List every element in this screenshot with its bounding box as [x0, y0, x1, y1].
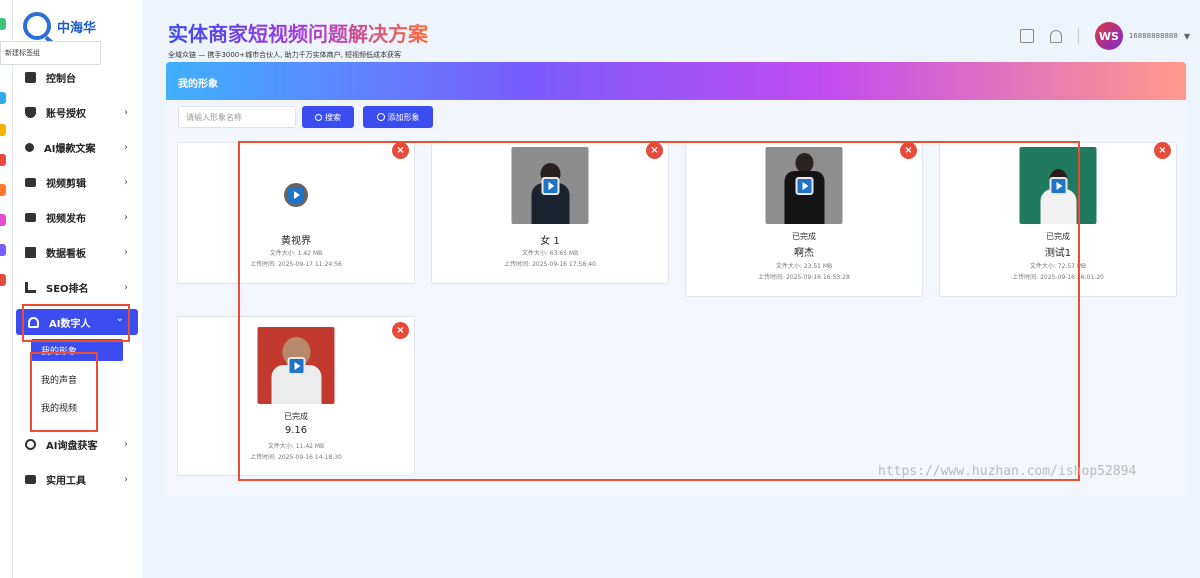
- shield-icon: [25, 107, 36, 118]
- toolbox-icon: [25, 475, 36, 484]
- annotation-box: [30, 352, 98, 432]
- chevron-right-icon: ›: [124, 142, 128, 153]
- page-title: 实体商家短视频问题解决方案: [168, 18, 428, 47]
- header: 实体商家短视频问题解决方案 全域众链 — 携手3000+城市合伙人, 助力千万实…: [142, 0, 1200, 62]
- sidebar-item-label: 数据看板: [46, 249, 86, 260]
- annotation-box: [22, 304, 130, 342]
- annotation-box: [238, 141, 1080, 481]
- watermark: https://www.huzhan.com/ishop52894: [878, 464, 1137, 479]
- sidebar-item-account[interactable]: 账号授权 ›: [13, 95, 142, 130]
- avatar: WS: [1094, 22, 1123, 50]
- sidebar-item-dashboard[interactable]: 控制台: [13, 60, 142, 95]
- logo-text: 中海华: [57, 20, 97, 36]
- search-button[interactable]: 搜索: [302, 106, 354, 128]
- browser-tab-strip: [0, 0, 13, 578]
- sidebar-item-label: SEO排名: [46, 284, 89, 295]
- divider: [1077, 28, 1079, 44]
- caret-down-icon: ▼: [1183, 31, 1190, 41]
- search-input[interactable]: 请输入形象名称: [178, 106, 296, 128]
- chevron-right-icon: ›: [124, 282, 128, 293]
- logo-mark-icon: [23, 12, 51, 40]
- sidebar-item-data-board[interactable]: 数据看板 ›: [13, 235, 142, 270]
- sidebar-item-ai-copy[interactable]: AI爆款文案 ›: [13, 130, 142, 165]
- book-icon[interactable]: [1019, 29, 1034, 43]
- username: 16888888888: [1128, 32, 1178, 40]
- tab-favicon-icon[interactable]: [0, 244, 6, 256]
- panel-header: 我的形象: [166, 62, 1186, 100]
- sidebar-item-label: 视频剪辑: [46, 179, 86, 190]
- toolbar: 请输入形象名称 搜索 添加形象: [166, 100, 1186, 134]
- user-menu[interactable]: WS 16888888888 ▼: [1094, 22, 1190, 50]
- header-actions: WS 16888888888 ▼: [1019, 22, 1190, 50]
- search-button-label: 搜索: [325, 112, 341, 122]
- tab-favicon-icon[interactable]: [0, 184, 6, 196]
- chevron-right-icon: ›: [124, 177, 128, 188]
- video-icon: [25, 178, 36, 187]
- publish-icon: [25, 213, 36, 222]
- sidebar-item-label: 控制台: [46, 74, 76, 85]
- delete-button[interactable]: ×: [1154, 142, 1171, 159]
- dashboard-icon: [25, 247, 36, 258]
- tab-favicon-icon[interactable]: [0, 154, 6, 166]
- chevron-right-icon: ›: [124, 474, 128, 485]
- sidebar-item-label: 账号授权: [46, 109, 86, 120]
- plus-circle-icon: [376, 113, 385, 121]
- tab-favicon-icon[interactable]: [0, 92, 6, 104]
- bell-icon[interactable]: [1049, 29, 1062, 43]
- tab-favicon-icon[interactable]: [0, 274, 6, 286]
- tab-favicon-icon[interactable]: [0, 124, 6, 136]
- tab-favicon-icon[interactable]: [0, 214, 6, 226]
- sidebar-item-label: 实用工具: [46, 476, 86, 487]
- logo[interactable]: 中海华: [23, 12, 96, 40]
- tab-favicon-icon[interactable]: [0, 18, 6, 30]
- sidebar-item-video-publish[interactable]: 视频发布 ›: [13, 200, 142, 235]
- monitor-icon: [25, 72, 36, 83]
- panel-title: 我的形象: [178, 79, 218, 90]
- add-avatar-button[interactable]: 添加形象: [363, 106, 433, 128]
- chevron-right-icon: ›: [124, 247, 128, 258]
- page-subtitle: 全域众链 — 携手3000+城市合伙人, 助力千万实体商户, 短视频低成本获客: [168, 51, 402, 59]
- chevron-right-icon: ›: [124, 212, 128, 223]
- search-icon: [315, 113, 322, 121]
- sidebar-item-video-edit[interactable]: 视频剪辑 ›: [13, 165, 142, 200]
- chevron-right-icon: ›: [124, 107, 128, 118]
- sidebar-item-seo[interactable]: SEO排名 ›: [13, 270, 142, 305]
- sidebar-item-label: AI询盘获客: [46, 441, 98, 452]
- sidebar: 中海华 新建标签组 控制台 账号授权 › AI爆款文案 › 视频剪辑 › 视频发…: [0, 0, 142, 578]
- sidebar-item-label: AI爆款文案: [44, 144, 96, 155]
- sidebar-item-tools[interactable]: 实用工具 ›: [13, 462, 142, 497]
- bulb-icon: [25, 143, 34, 152]
- chart-icon: [25, 282, 36, 293]
- sidebar-item-label: 视频发布: [46, 214, 86, 225]
- add-avatar-button-label: 添加形象: [387, 112, 420, 122]
- sidebar-item-ai-inquiry[interactable]: AI询盘获客 ›: [13, 427, 142, 462]
- headset-icon: [25, 439, 36, 450]
- chevron-right-icon: ›: [124, 439, 128, 450]
